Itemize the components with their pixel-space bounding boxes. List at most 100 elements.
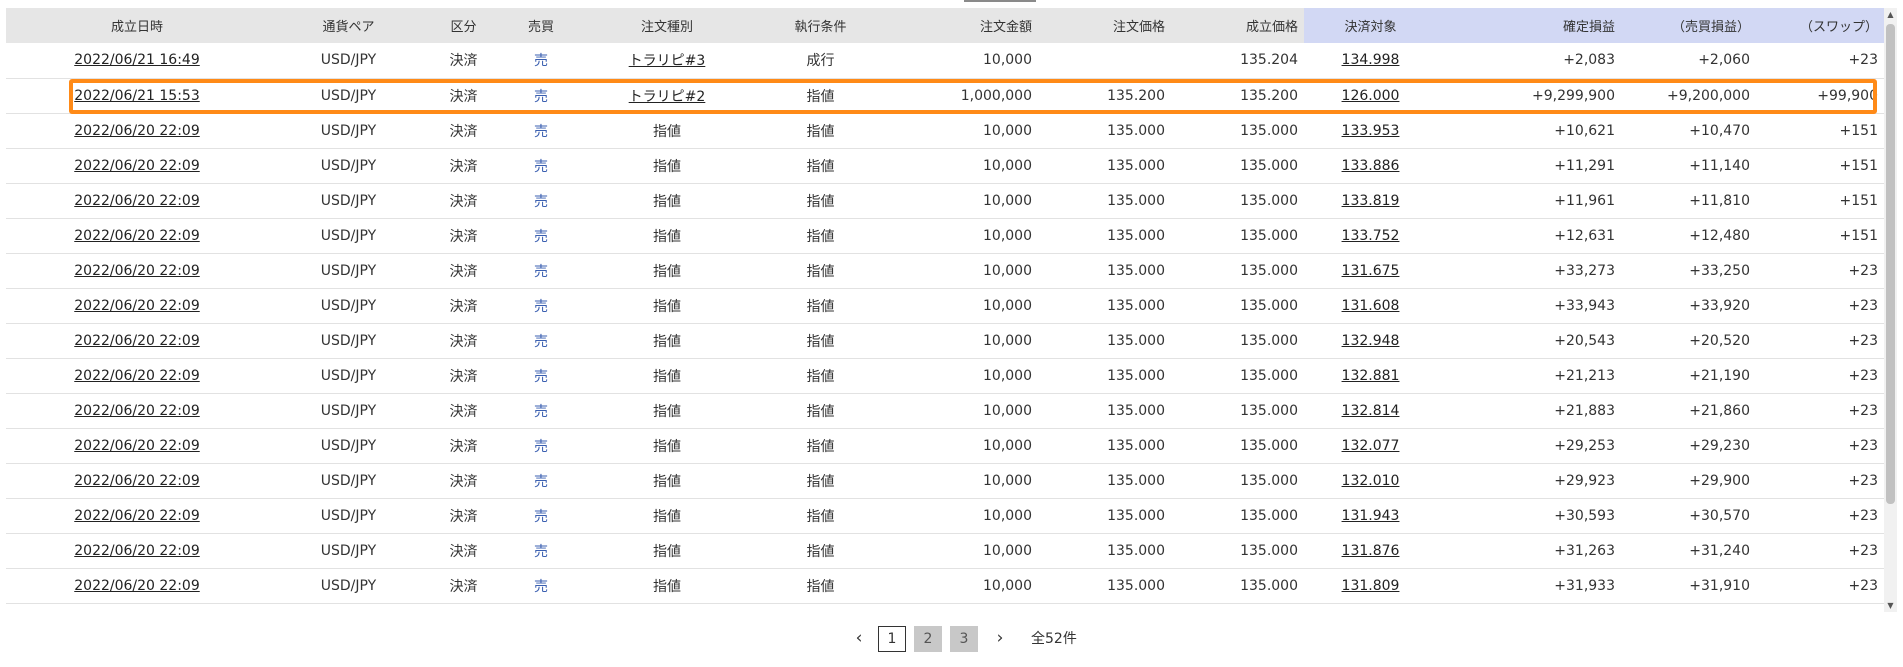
cell-settlement-target-link[interactable]: 133.819 <box>1342 193 1400 209</box>
cell-order-type: 指値 <box>584 533 750 569</box>
cell-order-amount: 10,000 <box>891 218 1038 254</box>
cell-execution-condition: 指値 <box>750 218 891 254</box>
cell-currency-pair: USD/JPY <box>268 43 429 79</box>
cell-realized-pl: +20,543 <box>1437 323 1621 359</box>
cell-trade-pl: +9,200,000 <box>1621 78 1756 114</box>
cell-order-price: 135.200 <box>1038 78 1171 114</box>
cell-executed-at-link[interactable]: 2022/06/20 22:09 <box>74 158 200 174</box>
cell-settlement-target: 132.814 <box>1304 393 1437 429</box>
cell-executed-at-link[interactable]: 2022/06/20 22:09 <box>74 263 200 279</box>
cell-executed-at-link[interactable]: 2022/06/20 22:09 <box>74 438 200 454</box>
scroll-down-arrow-icon[interactable]: ▼ <box>1884 599 1897 612</box>
cell-settlement-target: 131.608 <box>1304 288 1437 324</box>
cell-trade-pl: +11,810 <box>1621 183 1756 219</box>
cell-realized-pl: +29,923 <box>1437 463 1621 499</box>
cell-swap: +23 <box>1756 393 1884 429</box>
cell-order-amount: 10,000 <box>891 498 1038 534</box>
col-header-order-price[interactable]: 注文価格 <box>1038 8 1171 43</box>
cell-executed-price: 135.000 <box>1171 358 1304 394</box>
cell-settlement-target-link[interactable]: 134.998 <box>1342 52 1400 68</box>
chevron-left-icon[interactable]: ‹ <box>849 627 869 649</box>
cell-executed-at-link[interactable]: 2022/06/20 22:09 <box>74 193 200 209</box>
cell-settlement-target-link[interactable]: 132.948 <box>1342 333 1400 349</box>
cell-settlement-target-link[interactable]: 131.809 <box>1342 578 1400 594</box>
cell-category: 決済 <box>429 568 498 604</box>
cell-order-type-link[interactable]: トラリピ#3 <box>629 53 706 69</box>
cell-executed-at: 2022/06/20 22:09 <box>6 358 268 394</box>
cell-settlement-target: 133.819 <box>1304 183 1437 219</box>
cell-executed-at-link[interactable]: 2022/06/20 22:09 <box>74 298 200 314</box>
cell-category: 決済 <box>429 358 498 394</box>
cell-currency-pair: USD/JPY <box>268 218 429 254</box>
cell-order-amount: 1,000,000 <box>891 78 1038 114</box>
page-button-3[interactable]: 3 <box>950 626 978 652</box>
chevron-right-icon[interactable]: › <box>990 627 1010 649</box>
vertical-scrollbar[interactable]: ▲ ▼ <box>1884 8 1897 612</box>
cell-settlement-target-link[interactable]: 132.881 <box>1342 368 1400 384</box>
cell-executed-at-link[interactable]: 2022/06/21 15:53 <box>74 88 200 104</box>
cell-order-type: 指値 <box>584 393 750 429</box>
cell-swap: +23 <box>1756 428 1884 464</box>
cell-order-amount: 10,000 <box>891 148 1038 184</box>
col-header-category[interactable]: 区分 <box>429 8 498 43</box>
cell-order-type: 指値 <box>584 358 750 394</box>
page-button-2[interactable]: 2 <box>914 626 942 652</box>
cell-order-price: 135.000 <box>1038 113 1171 149</box>
cell-settlement-target-link[interactable]: 131.675 <box>1342 263 1400 279</box>
table-body: 2022/06/21 16:49 USD/JPY 決済売トラリピ#3 成行 10,000… <box>6 43 1884 604</box>
col-header-swap[interactable]: （スワップ） <box>1756 8 1884 43</box>
cell-executed-at-link[interactable]: 2022/06/20 22:09 <box>74 228 200 244</box>
cell-executed-at-link[interactable]: 2022/06/20 22:09 <box>74 403 200 419</box>
cell-executed-at-link[interactable]: 2022/06/20 22:09 <box>74 333 200 349</box>
cell-executed-at: 2022/06/20 22:09 <box>6 183 268 219</box>
scroll-up-arrow-icon[interactable]: ▲ <box>1884 8 1897 21</box>
table-row: 2022/06/20 22:09 USD/JPY 決済売指値 指値 10,000 135.… <box>6 568 1884 604</box>
table-row: 2022/06/20 22:09 USD/JPY 決済売指値 指値 10,000 135.… <box>6 288 1884 324</box>
col-header-executed-price[interactable]: 成立価格 <box>1171 8 1304 43</box>
col-header-side[interactable]: 売買 <box>498 8 584 43</box>
cell-settlement-target-link[interactable]: 133.752 <box>1342 228 1400 244</box>
cell-swap: +23 <box>1756 43 1884 79</box>
col-header-realized-pl[interactable]: 確定損益 <box>1437 8 1621 43</box>
cell-settlement-target-link[interactable]: 131.608 <box>1342 298 1400 314</box>
cell-executed-at-link[interactable]: 2022/06/20 22:09 <box>74 123 200 139</box>
col-header-order-amount[interactable]: 注文金額 <box>891 8 1038 43</box>
col-header-order-type[interactable]: 注文種別 <box>584 8 750 43</box>
cell-swap: +23 <box>1756 358 1884 394</box>
cell-executed-at-link[interactable]: 2022/06/20 22:09 <box>74 508 200 524</box>
cell-order-price: 135.000 <box>1038 288 1171 324</box>
cell-settlement-target-link[interactable]: 133.886 <box>1342 158 1400 174</box>
cell-settlement-target-link[interactable]: 132.010 <box>1342 473 1400 489</box>
cell-settlement-target-link[interactable]: 132.814 <box>1342 403 1400 419</box>
col-header-execution-condition[interactable]: 執行条件 <box>750 8 891 43</box>
cell-currency-pair: USD/JPY <box>268 113 429 149</box>
cell-category: 決済 <box>429 323 498 359</box>
cell-executed-at-link[interactable]: 2022/06/21 16:49 <box>74 52 200 68</box>
cell-executed-at-link[interactable]: 2022/06/20 22:09 <box>74 473 200 489</box>
cell-executed-at: 2022/06/20 22:09 <box>6 568 268 604</box>
cell-settlement-target: 126.000 <box>1304 78 1437 114</box>
cell-settlement-target-link[interactable]: 132.077 <box>1342 438 1400 454</box>
col-header-trade-pl[interactable]: （売買損益） <box>1621 8 1756 43</box>
cell-swap: +151 <box>1756 148 1884 184</box>
col-header-settlement-target[interactable]: 決済対象 <box>1304 8 1437 43</box>
col-header-executed-at[interactable]: 成立日時 <box>6 8 268 43</box>
cell-settlement-target-link[interactable]: 126.000 <box>1342 88 1400 104</box>
cell-executed-at-link[interactable]: 2022/06/20 22:09 <box>74 578 200 594</box>
cell-executed-at-link[interactable]: 2022/06/20 22:09 <box>74 368 200 384</box>
cell-settlement-target-link[interactable]: 131.876 <box>1342 543 1400 559</box>
cell-order-type-link[interactable]: トラリピ#2 <box>629 89 706 105</box>
cell-executed-at-link[interactable]: 2022/06/20 22:09 <box>74 543 200 559</box>
cell-order-type: 指値 <box>584 148 750 184</box>
cell-side: 売 <box>498 78 584 114</box>
page-button-1[interactable]: 1 <box>878 626 906 652</box>
cell-category: 決済 <box>429 288 498 324</box>
scrollbar-thumb[interactable] <box>1886 24 1895 504</box>
cell-executed-at: 2022/06/20 22:09 <box>6 463 268 499</box>
cell-settlement-target-link[interactable]: 131.943 <box>1342 508 1400 524</box>
cell-execution-condition: 指値 <box>750 568 891 604</box>
col-header-currency-pair[interactable]: 通貨ペア <box>268 8 429 43</box>
cell-settlement-target-link[interactable]: 133.953 <box>1342 123 1400 139</box>
cell-currency-pair: USD/JPY <box>268 148 429 184</box>
cell-executed-at: 2022/06/21 16:49 <box>6 43 268 79</box>
